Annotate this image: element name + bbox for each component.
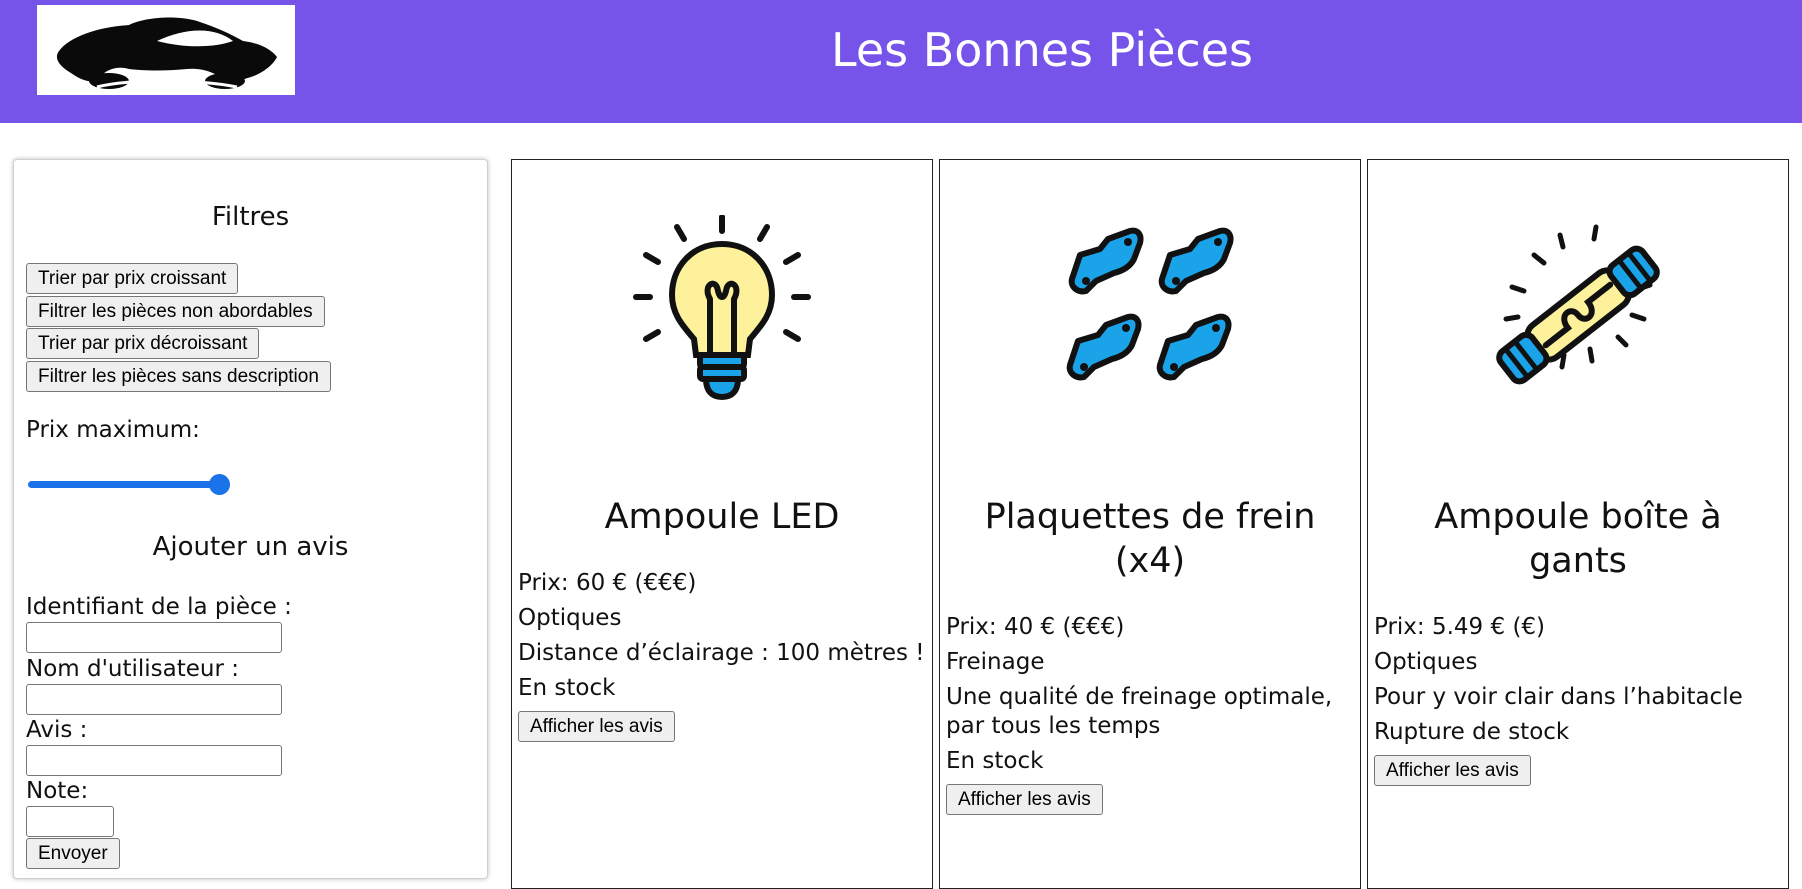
username-input[interactable]: [26, 684, 282, 715]
product-name: Ampoule boîte à gants: [1434, 497, 1722, 581]
sort-ascending-button[interactable]: Trier par prix croissant: [26, 263, 239, 294]
product-price: Prix: 5.49 € (€): [1374, 614, 1546, 640]
product-card: Plaquettes de frein (x4) Prix: 40 € (€€€…: [939, 159, 1361, 889]
filters-title: Filtres: [211, 202, 290, 232]
slider-thumb[interactable]: [209, 474, 230, 495]
review-label: Avis :: [26, 717, 88, 743]
product-name: Plaquettes de frein (x4): [984, 497, 1316, 581]
part-id-label: Identifiant de la pièce :: [26, 594, 292, 620]
rating-label: Note:: [26, 778, 89, 804]
submit-review-button[interactable]: Envoyer: [26, 838, 120, 869]
show-reviews-button[interactable]: Afficher les avis: [1374, 755, 1531, 786]
car-silhouette-icon: [56, 17, 277, 89]
product-description: Une qualité de freinage optimale, par to…: [946, 684, 1333, 739]
product-card: Ampoule boîte à gants Prix: 5.49 € (€) O…: [1367, 159, 1789, 889]
product-price: Prix: 40 € (€€€): [946, 614, 1125, 640]
filters-panel: Filtres Trier par prix croissant Filtrer…: [13, 159, 488, 879]
review-title: Ajouter un avis: [152, 532, 349, 562]
product-description: Pour y voir clair dans l’habitacle: [1374, 684, 1743, 710]
review-input[interactable]: [26, 745, 282, 776]
username-label: Nom d'utilisateur :: [26, 656, 240, 682]
product-price: Prix: 60 € (€€€): [518, 570, 697, 596]
product-description: Distance d’éclairage : 100 mètres !: [518, 640, 925, 666]
product-stock: En stock: [518, 675, 616, 701]
rating-input[interactable]: [26, 806, 114, 837]
slider-track: [28, 481, 218, 488]
max-price-label: Prix maximum:: [26, 417, 200, 443]
product-stock: En stock: [946, 748, 1044, 774]
product-category: Optiques: [518, 605, 622, 631]
max-price-slider[interactable]: [26, 473, 230, 495]
product-image: [940, 215, 1360, 415]
show-reviews-button[interactable]: Afficher les avis: [518, 711, 675, 742]
filter-no-description-button[interactable]: Filtrer les pièces sans description: [26, 361, 331, 392]
brake-pads-icon: [1066, 227, 1234, 381]
product-category: Freinage: [946, 649, 1045, 675]
logo[interactable]: [37, 5, 295, 95]
product-category: Optiques: [1374, 649, 1478, 675]
show-reviews-button[interactable]: Afficher les avis: [946, 784, 1103, 815]
product-name: Ampoule LED: [604, 497, 840, 537]
light-bulb-icon: [633, 215, 811, 401]
filter-affordable-button[interactable]: Filtrer les pièces non abordables: [26, 296, 325, 327]
page-title: Les Bonnes Pièces: [831, 23, 1253, 77]
product-card: Ampoule LED Prix: 60 € (€€€) Optiques Di…: [511, 159, 933, 889]
product-image: [1368, 215, 1788, 415]
tube-bulb-icon: [1496, 224, 1660, 385]
part-id-input[interactable]: [26, 622, 282, 653]
product-image: [512, 215, 932, 415]
site-header: Les Bonnes Pièces: [0, 0, 1802, 123]
sort-descending-button[interactable]: Trier par prix décroissant: [26, 328, 260, 359]
product-stock: Rupture de stock: [1374, 719, 1570, 745]
